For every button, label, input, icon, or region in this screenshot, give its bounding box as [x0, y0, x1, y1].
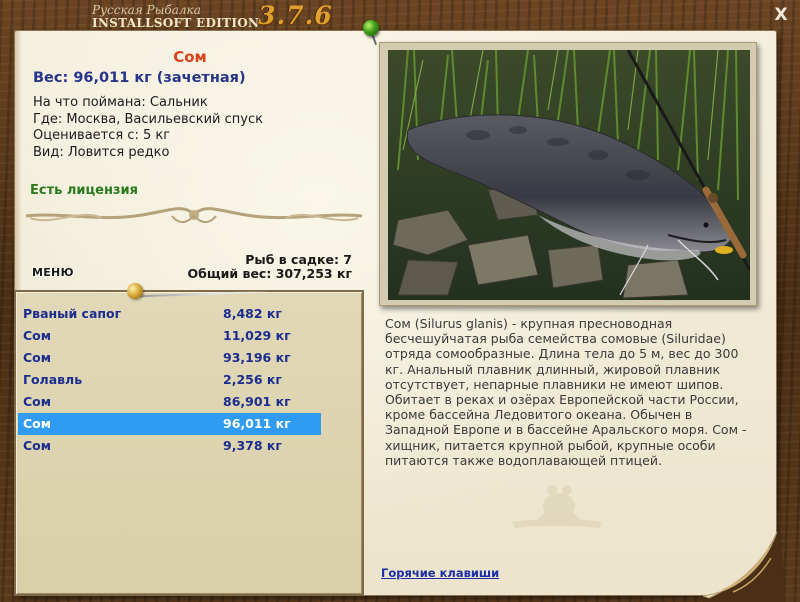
catch-weight: 86,901 кг [223, 394, 291, 409]
catch-name: Сом [23, 416, 51, 431]
catch-weight: 96,011 кг [223, 416, 291, 431]
catch-row[interactable]: Сом 86,901 кг [18, 391, 321, 413]
fish-photo [379, 42, 757, 306]
catch-name: Сом [23, 350, 51, 365]
catch-name: Сом [23, 394, 51, 409]
ornament-divider-icon [25, 207, 363, 223]
catch-name: Рваный сапог [23, 306, 122, 321]
catch-row[interactable]: Рваный сапог 8,482 кг [18, 303, 321, 325]
basket-count: Рыб в садке: 7 [245, 252, 352, 267]
catfish-photo-image [388, 50, 750, 300]
catch-weight: 8,482 кг [223, 306, 282, 321]
title-edition: INSTALLSOFT EDITION [92, 16, 260, 30]
catch-row[interactable]: Сом 93,196 кг [18, 347, 321, 369]
close-button[interactable]: X [772, 6, 790, 24]
title-version: 3.7.6 [258, 1, 333, 30]
license-status: Есть лицензия [30, 183, 138, 198]
catch-weight: 9,378 кг [223, 438, 282, 453]
app-title: Русская Рыбалка INSTALLSOFT EDITION 3.7.… [92, 1, 342, 32]
fish-weight: Вес: 96,011 кг (зачетная) [33, 70, 246, 86]
fisherman-watermark-icon [512, 485, 602, 528]
catch-weight: 2,256 кг [223, 372, 282, 387]
fish-description: Сом (Silurus glanis) - крупная пресновод… [385, 316, 747, 468]
green-pin-icon [363, 20, 379, 36]
catch-name: Сом [23, 328, 51, 343]
catch-name: Голавль [23, 372, 83, 387]
hotkeys-link[interactable]: Горячие клавиши [381, 566, 499, 580]
title-game-name: Русская Рыбалка [92, 3, 201, 17]
catch-weight: 11,029 кг [223, 328, 291, 343]
basket-summary: Рыб в садке: 7 Общий вес: 307,253 кг [188, 253, 353, 281]
catch-name: Сом [23, 438, 51, 453]
catch-row[interactable]: Голавль 2,256 кг [18, 369, 321, 391]
fish-rated-from: Оценивается с: 5 кг [33, 128, 171, 143]
fish-location: Где: Москва, Васильевский спуск [33, 112, 263, 127]
menu-button[interactable]: МЕНЮ [32, 266, 76, 281]
catch-weight: 93,196 кг [223, 350, 291, 365]
catch-row[interactable]: Сом 11,029 кг [18, 325, 321, 347]
catch-row-selected[interactable]: Сом 96,011 кг [18, 413, 321, 435]
fish-species-note: Вид: Ловится редко [33, 145, 170, 160]
fish-name: Сом [173, 48, 207, 66]
fish-bait: На что поймана: Сальник [33, 95, 208, 110]
page-curl-icon [703, 531, 785, 602]
gold-pin-icon [127, 283, 143, 299]
basket-total-weight: Общий вес: 307,253 кг [187, 266, 353, 281]
catch-row[interactable]: Сом 9,378 кг [18, 435, 321, 457]
